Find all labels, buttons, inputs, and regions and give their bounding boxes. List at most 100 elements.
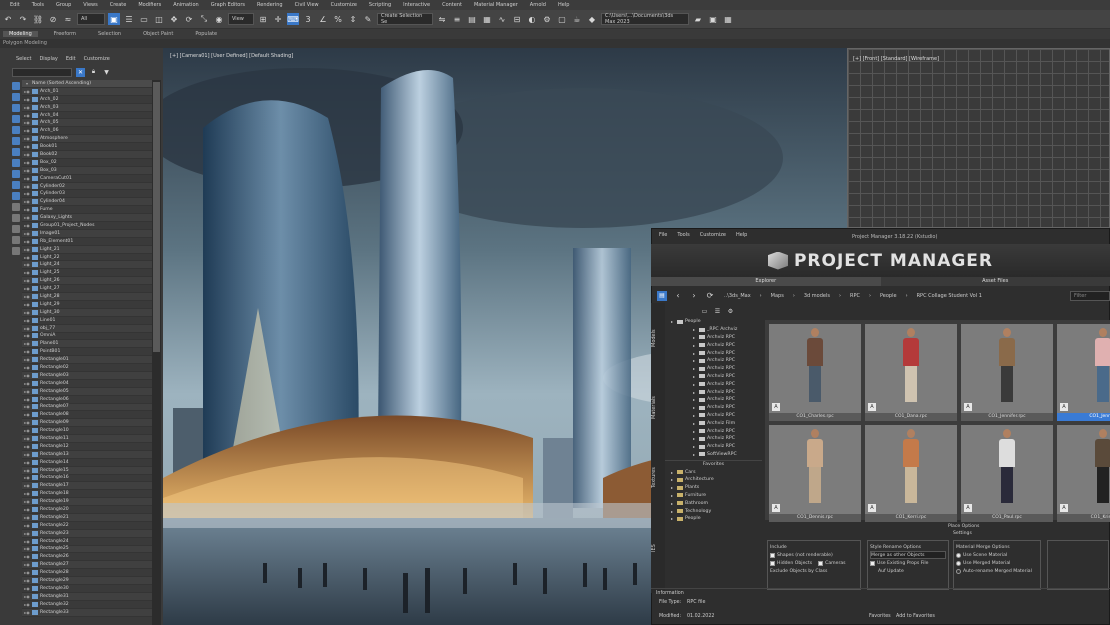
scene-object-row[interactable]: ▸◉ Rectangle02 — [22, 364, 152, 372]
scene-explorer-icon[interactable]: ▦ — [481, 13, 493, 25]
eye-icon[interactable]: ▸◉ — [22, 176, 32, 181]
eye-icon[interactable]: ▸◉ — [22, 539, 32, 544]
scene-object-row[interactable]: ▸◉ obj_77 — [22, 324, 152, 333]
named-selection-dropdown[interactable]: Create Selection Se — [377, 13, 433, 25]
eye-icon[interactable]: ▸◉ — [22, 302, 32, 307]
folder-tree-item[interactable]: ▸ Archviz RPC — [665, 334, 762, 342]
display-geometry-icon[interactable] — [12, 82, 20, 90]
eye-icon[interactable]: ▸◉ — [22, 373, 32, 378]
eye-icon[interactable]: ▸◉ — [22, 578, 32, 583]
explorer-scroll-thumb[interactable] — [153, 82, 160, 352]
eye-icon[interactable]: ▸◉ — [22, 278, 32, 283]
breadcrumb-item[interactable]: 3d models — [801, 292, 833, 300]
eye-icon[interactable]: ▸◉ — [22, 318, 32, 323]
include-option[interactable]: Exclude Objects by Class — [770, 567, 858, 575]
checkbox[interactable] — [870, 560, 875, 566]
window-crossing-icon[interactable]: ◫ — [153, 13, 165, 25]
menu-item-graph-editors[interactable]: Graph Editors — [205, 2, 251, 8]
display-groups-icon[interactable] — [12, 148, 20, 156]
asset-thumbnail[interactable]: A CO1_Paul.rpc — [961, 425, 1053, 522]
spinner-snap-icon[interactable]: ⇕ — [347, 13, 359, 25]
redo-icon[interactable]: ↷ — [17, 13, 29, 25]
menu-item-tools[interactable]: Tools — [26, 2, 50, 8]
display-lights-icon[interactable] — [12, 104, 20, 112]
explorer-search-input[interactable] — [12, 67, 72, 77]
display-all-icon[interactable] — [12, 203, 20, 211]
folder-tree-item[interactable]: ▸ _RPC Archviz — [665, 326, 762, 334]
scene-object-row[interactable]: ▸◉ Rectangle15 — [22, 466, 152, 475]
eye-icon[interactable]: ▸◉ — [22, 113, 32, 118]
scene-object-row[interactable]: ▸◉ Rectangle07 — [22, 403, 152, 412]
layer-explorer-icon[interactable]: ▤ — [466, 13, 478, 25]
breadcrumb-item[interactable]: Maps — [768, 292, 787, 300]
eye-icon[interactable]: ▸◉ — [22, 255, 32, 260]
folder-tree-item[interactable]: ▸ Archviz RPC — [665, 365, 762, 373]
select-object-icon[interactable]: ▣ — [108, 13, 120, 25]
tab-freeform[interactable]: Freeform — [48, 31, 82, 37]
scene-object-row[interactable]: ▸◉ Rb_Element01 — [22, 238, 152, 246]
display-xrefs-icon[interactable] — [12, 159, 20, 167]
eye-icon[interactable]: ▸◉ — [22, 349, 32, 354]
place-icon[interactable]: ◉ — [213, 13, 225, 25]
folder-tree-item[interactable]: ▸ Technology — [665, 507, 762, 515]
folder-tree-item[interactable]: ▸ Archviz RPC — [665, 349, 762, 357]
eye-icon[interactable]: ▸◉ — [22, 475, 32, 480]
asset-thumbnail[interactable]: A CO1_Jennifer.rpc — [961, 324, 1053, 421]
scene-object-row[interactable]: ▸◉ Rectangle20 — [22, 506, 152, 514]
curve-editor-icon[interactable]: ∿ — [496, 13, 508, 25]
display-none-icon[interactable] — [12, 214, 20, 222]
folder-tree-item[interactable]: ▸ Archviz RPC — [665, 388, 762, 396]
scene-object-row[interactable]: ▸◉ Plane01 — [22, 340, 152, 349]
list-header[interactable]: ▾ Name (Sorted Ascending) — [22, 80, 152, 88]
display-helpers-icon[interactable] — [12, 126, 20, 134]
lock-icon[interactable]: 🔒︎ — [89, 68, 98, 77]
workspace-icon[interactable]: ▦ — [722, 13, 734, 25]
pm-filter-input[interactable]: Filter — [1070, 291, 1110, 301]
explorer-menu-display[interactable]: Display — [39, 56, 57, 65]
menu-item-group[interactable]: Group — [50, 2, 77, 8]
scene-object-row[interactable]: ▸◉ Light_28 — [22, 293, 152, 301]
scene-object-row[interactable]: ▸◉ Rectangle24 — [22, 538, 152, 546]
reference-coord-dropdown[interactable]: View — [228, 13, 254, 25]
ribbon-subpanel[interactable]: Polygon Modeling — [0, 39, 1110, 48]
eye-icon[interactable]: ▸◉ — [22, 468, 32, 473]
menu-item-interactive[interactable]: Interactive — [397, 2, 436, 8]
eye-icon[interactable]: ▸◉ — [22, 326, 32, 331]
scene-object-row[interactable]: ▸◉ Light_22 — [22, 254, 152, 262]
breadcrumb-item[interactable]: RPC — [847, 292, 863, 300]
pm-menu-help[interactable]: Help — [736, 232, 747, 241]
menu-item-customize[interactable]: Customize — [325, 2, 363, 8]
eye-icon[interactable]: ▸◉ — [22, 570, 32, 575]
scene-object-row[interactable]: ▸◉ Rectangle11 — [22, 435, 152, 443]
folder-tree-item[interactable]: ▸ Archviz RPC — [665, 357, 762, 365]
eye-icon[interactable]: ▸◉ — [22, 136, 32, 141]
pivot-icon[interactable]: ⊞ — [257, 13, 269, 25]
folder-tree-item[interactable]: ▸ Archviz RPC — [665, 396, 762, 404]
eye-icon[interactable]: ▸◉ — [22, 586, 32, 591]
eye-icon[interactable]: ▸◉ — [22, 333, 32, 338]
scene-object-row[interactable]: ▸◉ Rectangle12 — [22, 443, 152, 451]
display-shapes-icon[interactable] — [12, 93, 20, 101]
eye-icon[interactable]: ▸◉ — [22, 452, 32, 457]
eye-icon[interactable]: ▸◉ — [22, 562, 32, 567]
scene-object-row[interactable]: ▸◉ Arch_01 — [22, 87, 152, 96]
set-project-icon[interactable]: ▣ — [707, 13, 719, 25]
folder-tree-item[interactable]: ▸ Archviz RPC — [665, 380, 762, 388]
radio[interactable] — [956, 568, 961, 574]
settings-icon[interactable]: ⚙ — [726, 307, 735, 316]
eye-icon[interactable]: ▸◉ — [22, 397, 32, 402]
display-invert-icon[interactable] — [12, 225, 20, 233]
folder-tree-item[interactable]: ▸ Furniture — [665, 492, 762, 500]
forward-icon[interactable]: › — [689, 291, 699, 301]
breadcrumb-item[interactable]: People — [877, 292, 900, 300]
scene-object-row[interactable]: ▸◉ Image01 — [22, 229, 152, 238]
eye-icon[interactable]: ▸◉ — [22, 168, 32, 173]
menu-item-views[interactable]: Views — [77, 2, 103, 8]
folder-tree-item[interactable]: ▸ Archviz RPC — [665, 373, 762, 381]
scene-object-row[interactable]: ▸◉ Rectangle13 — [22, 450, 152, 459]
folder-icon[interactable]: ▤ — [657, 290, 667, 301]
eye-icon[interactable]: ▸◉ — [22, 515, 32, 520]
bind-spacewarp-icon[interactable]: ≈ — [62, 13, 74, 25]
scene-object-row[interactable]: ▸◉ Rectangle04 — [22, 380, 152, 388]
project-folder-icon[interactable]: ▰ — [692, 13, 704, 25]
